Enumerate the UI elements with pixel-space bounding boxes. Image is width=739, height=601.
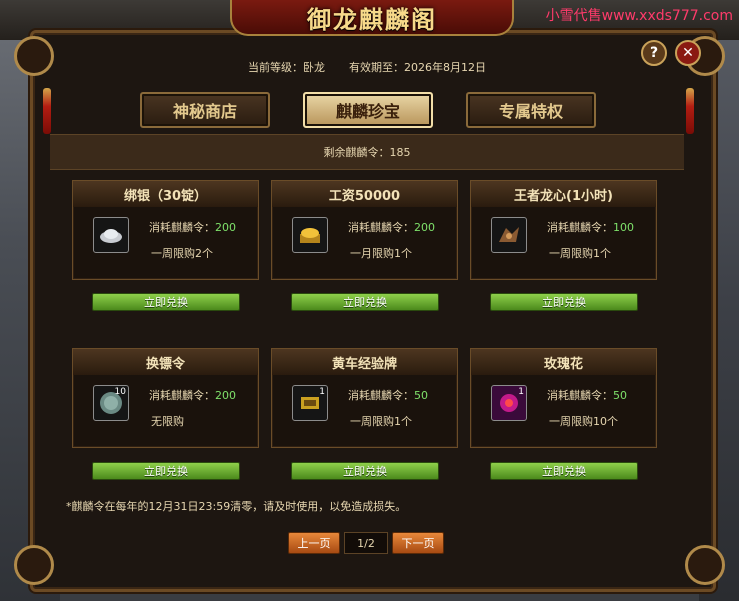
item-cost: 消耗麒麟令：50 bbox=[547, 389, 627, 402]
item-quantity: 1 bbox=[319, 387, 325, 397]
item-name: 绑银（30锭） bbox=[73, 181, 258, 207]
redeem-button[interactable]: 立即兑换 bbox=[291, 462, 439, 480]
tab-label: 专属特权 bbox=[498, 102, 563, 121]
corner-ornament bbox=[14, 545, 54, 585]
pagination: 上一页 1/2 下一页 bbox=[288, 532, 444, 554]
page-title: 御龙麒麟阁 bbox=[307, 4, 437, 34]
redeem-button[interactable]: 立即兑换 bbox=[490, 293, 638, 311]
item-card: 玫瑰花 1 消耗麒麟令：50 一周限购10个 bbox=[470, 348, 657, 448]
corner-ornament bbox=[14, 36, 54, 76]
redeem-button[interactable]: 立即兑换 bbox=[92, 462, 240, 480]
expiry-date: 有效期至：2026年8月12日 bbox=[349, 61, 486, 74]
tassel-decoration bbox=[686, 88, 694, 134]
item-quantity: 1 bbox=[518, 387, 524, 397]
page-indicator: 1/2 bbox=[344, 532, 388, 554]
item-card: 绑银（30锭） 消耗麒麟令：200 一周限购2个 bbox=[72, 180, 259, 280]
item-cost: 消耗麒麟令：100 bbox=[547, 221, 634, 234]
item-limit: 一周限购2个 bbox=[151, 247, 213, 260]
tassel-decoration bbox=[43, 88, 51, 134]
item-quantity: 10 bbox=[114, 387, 126, 397]
item-limit: 一周限购10个 bbox=[549, 415, 618, 428]
redeem-button[interactable]: 立即兑换 bbox=[490, 462, 638, 480]
redeem-button[interactable]: 立即兑换 bbox=[291, 293, 439, 311]
gold-ingot-icon[interactable] bbox=[292, 217, 328, 253]
item-name: 工资50000 bbox=[272, 181, 457, 207]
item-name: 换镖令 bbox=[73, 349, 258, 375]
prev-page-button[interactable]: 上一页 bbox=[288, 532, 340, 554]
reset-notice: *麒麟令在每年的12月31日23:59清零，请及时使用，以免造成损失。 bbox=[66, 500, 407, 513]
title-banner: 御龙麒麟阁 bbox=[230, 0, 514, 36]
corner-ornament bbox=[685, 545, 725, 585]
tab-label: 麒麟珍宝 bbox=[335, 102, 400, 121]
item-cost: 消耗麒麟令：200 bbox=[149, 389, 236, 402]
remaining-tokens-bar: 剩余麒麟令：185 bbox=[50, 134, 684, 170]
rose-icon[interactable]: 1 bbox=[491, 385, 527, 421]
item-name: 黄车经验牌 bbox=[272, 349, 457, 375]
item-name: 王者龙心(1小时) bbox=[471, 181, 656, 207]
escort-token-icon[interactable]: 10 bbox=[93, 385, 129, 421]
item-name: 玫瑰花 bbox=[471, 349, 656, 375]
item-limit: 无限购 bbox=[151, 415, 184, 428]
tab-qilin-treasure[interactable]: 麒麟珍宝 bbox=[303, 92, 433, 128]
redeem-button[interactable]: 立即兑换 bbox=[92, 293, 240, 311]
next-page-button[interactable]: 下一页 bbox=[392, 532, 444, 554]
item-card: 王者龙心(1小时) 消耗麒麟令：100 一周限购1个 bbox=[470, 180, 657, 280]
tab-label: 神秘商店 bbox=[172, 102, 237, 121]
info-bar: 当前等级：卧龙 有效期至：2026年8月12日 bbox=[50, 54, 684, 80]
item-limit: 一周限购1个 bbox=[549, 247, 611, 260]
current-level: 当前等级：卧龙 bbox=[248, 61, 325, 74]
dragon-heart-icon[interactable] bbox=[491, 217, 527, 253]
tab-mystery-shop[interactable]: 神秘商店 bbox=[140, 92, 270, 128]
item-card: 换镖令 10 消耗麒麟令：200 无限购 bbox=[72, 348, 259, 448]
item-limit: 一周限购1个 bbox=[350, 415, 412, 428]
tab-exclusive-privilege[interactable]: 专属特权 bbox=[466, 92, 596, 128]
item-card: 黄车经验牌 1 消耗麒麟令：50 一周限购1个 bbox=[271, 348, 458, 448]
item-cost: 消耗麒麟令：200 bbox=[348, 221, 435, 234]
remaining-tokens: 剩余麒麟令：185 bbox=[323, 146, 411, 159]
item-limit: 一月限购1个 bbox=[350, 247, 412, 260]
item-cost: 消耗麒麟令：50 bbox=[348, 389, 428, 402]
silver-ingot-icon[interactable] bbox=[93, 217, 129, 253]
cart-exp-icon[interactable]: 1 bbox=[292, 385, 328, 421]
item-card: 工资50000 消耗麒麟令：200 一月限购1个 bbox=[271, 180, 458, 280]
item-cost: 消耗麒麟令：200 bbox=[149, 221, 236, 234]
tab-bar: 神秘商店 麒麟珍宝 专属特权 bbox=[140, 92, 596, 130]
watermark-text: 小雪代售www.xxds777.com bbox=[545, 8, 733, 24]
